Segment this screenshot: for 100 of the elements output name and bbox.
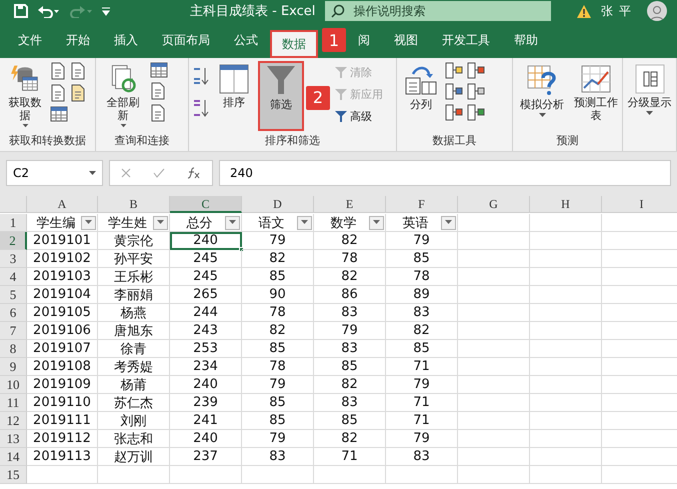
save-icon[interactable] [14, 4, 28, 18]
table-cell: 杨莆 [98, 376, 170, 394]
table-icon[interactable] [150, 62, 168, 78]
table-cell: 85 [242, 394, 314, 412]
what-if-icon [526, 64, 558, 96]
column-header[interactable]: D [242, 196, 314, 213]
sort-descending-icon[interactable] [193, 98, 209, 118]
ribbon-tab[interactable]: 开发工具 [430, 26, 502, 54]
table-cell: 82 [314, 268, 386, 286]
ribbon-tab[interactable]: 开始 [54, 26, 102, 54]
row-header[interactable]: 7 [0, 322, 27, 340]
column-header[interactable]: F [386, 196, 458, 213]
table-cell: 2019109 [27, 376, 98, 394]
row-header[interactable]: 9 [0, 358, 27, 376]
empty-cell [530, 322, 602, 340]
formula-field[interactable]: 240 [219, 160, 671, 186]
table-cell: 71 [386, 394, 458, 412]
empty-cell [530, 250, 602, 268]
table-cell: 239 [170, 394, 242, 412]
undo-icon[interactable] [38, 4, 60, 18]
row-header[interactable]: 8 [0, 340, 27, 358]
empty-cell [530, 358, 602, 376]
table-cell: 2019113 [27, 448, 98, 466]
table-cell: 79 [386, 232, 458, 250]
table-icon[interactable] [50, 106, 68, 122]
filter-dropdown[interactable] [297, 216, 312, 230]
avatar-icon[interactable] [647, 1, 667, 21]
user-name[interactable]: 张平 [601, 2, 637, 20]
table-cell: 83 [386, 448, 458, 466]
table-cell: 240 [170, 232, 242, 250]
row-header[interactable]: 14 [0, 448, 27, 466]
filter-dropdown[interactable] [225, 216, 240, 230]
table-cell: 245 [170, 268, 242, 286]
table-cell: 237 [170, 448, 242, 466]
row-header[interactable]: 11 [0, 394, 27, 412]
column-header[interactable]: H [530, 196, 602, 213]
name-box[interactable]: C2 [6, 160, 103, 186]
column-header[interactable]: G [458, 196, 530, 213]
row-header[interactable]: 12 [0, 412, 27, 430]
ribbon-tab[interactable]: 文件 [6, 26, 54, 54]
table-cell: 245 [170, 250, 242, 268]
row-header[interactable]: 6 [0, 304, 27, 322]
table-cell: 唐旭东 [98, 322, 170, 340]
table-cell: 杨燕 [98, 304, 170, 322]
table-cell: 240 [170, 376, 242, 394]
ribbon-button[interactable]: 全部刷新 [100, 62, 146, 130]
column-header[interactable]: A [27, 196, 98, 213]
ribbon-button[interactable]: 排序 [212, 62, 256, 130]
search-field[interactable]: 操作说明搜索 [325, 1, 552, 21]
document-icon[interactable] [50, 62, 66, 80]
document-icon[interactable] [150, 82, 166, 100]
table-cell: 2019104 [27, 286, 98, 304]
table-cell: 82 [242, 322, 314, 340]
warning-icon[interactable] [577, 4, 591, 18]
ribbon-tab[interactable]: 插入 [102, 26, 150, 54]
ribbon-tab[interactable]: 数据 [270, 30, 318, 58]
filter-dropdown[interactable] [369, 216, 384, 230]
ribbon-tab[interactable]: 公式 [222, 26, 270, 54]
ribbon-button[interactable]: 筛选 [259, 62, 303, 130]
document-icon[interactable] [70, 62, 86, 80]
column-title: 语文 [258, 214, 286, 232]
column-header[interactable]: B [98, 196, 170, 213]
fill-handle[interactable] [239, 247, 244, 252]
table-cell: 赵万训 [98, 448, 170, 466]
column-header[interactable]: C [170, 196, 242, 213]
filter-dropdown[interactable] [153, 216, 168, 230]
filter-dropdown[interactable] [441, 216, 456, 230]
ribbon-tab[interactable]: 视图 [382, 26, 430, 54]
empty-cell [458, 430, 530, 448]
row-header[interactable]: 10 [0, 376, 27, 394]
table-cell: 2019108 [27, 358, 98, 376]
filter-dropdown[interactable] [81, 216, 96, 230]
row-header[interactable]: 1 [0, 214, 27, 232]
ribbon-tab[interactable]: 页面布局 [150, 26, 222, 54]
ribbon-button[interactable]: 高级 [333, 106, 385, 126]
document-icon[interactable] [50, 84, 66, 102]
customize-icon[interactable] [102, 6, 110, 16]
empty-cell [458, 286, 530, 304]
table-cell: 李丽娟 [98, 286, 170, 304]
row-header[interactable]: 13 [0, 430, 27, 448]
caret-icon [229, 220, 236, 225]
column-header[interactable]: I [602, 196, 677, 213]
sort-ascending-icon[interactable] [193, 66, 209, 86]
table-cell: 2019102 [27, 250, 98, 268]
document-icon[interactable] [70, 84, 86, 102]
row-header[interactable]: 4 [0, 268, 27, 286]
ribbon-button[interactable]: 模拟分析 [517, 62, 567, 130]
row-header[interactable]: 3 [0, 250, 27, 268]
empty-cell [530, 214, 602, 232]
column-header[interactable]: E [314, 196, 386, 213]
ribbon-button[interactable]: 预测工作表 [571, 62, 621, 130]
row-header[interactable]: 15 [0, 466, 27, 484]
row-header[interactable]: 2 [0, 232, 27, 250]
ribbon-button[interactable]: 分列 [401, 62, 441, 130]
row-header[interactable]: 5 [0, 286, 27, 304]
ribbon-tab[interactable]: 阅 [346, 26, 382, 54]
ribbon-button[interactable]: 获取数据 [4, 62, 46, 130]
ribbon-button[interactable]: 分级显示 [624, 62, 674, 130]
function-icon[interactable] [187, 167, 201, 179]
ribbon-tab[interactable]: 帮助 [502, 26, 550, 54]
